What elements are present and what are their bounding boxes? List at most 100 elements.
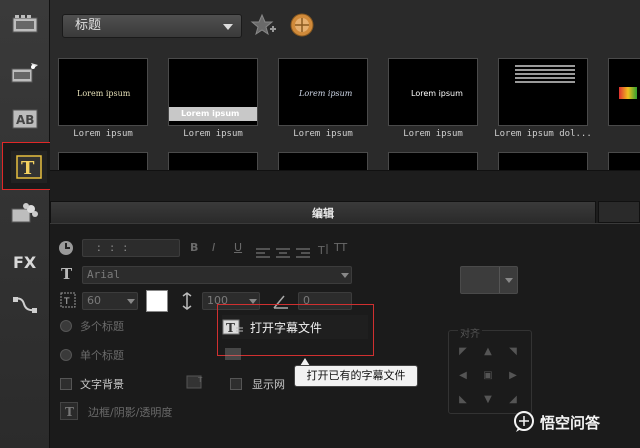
svg-text:AB: AB	[16, 113, 34, 127]
title-thumbnail[interactable]	[608, 58, 640, 126]
background-settings-icon[interactable]: T	[186, 372, 208, 390]
title-thumbnail[interactable]: Lorem ipsum	[388, 58, 478, 126]
title-thumbnail[interactable]: Lorem ipsum	[168, 58, 258, 126]
thumbnail-caption: Lorem ipsum	[73, 129, 133, 139]
title-icon[interactable]: T	[11, 151, 47, 183]
chevron-down-icon	[223, 24, 233, 30]
thumbnail-caption: Lorem ipsum dol...	[494, 129, 592, 139]
underline-button[interactable]: U	[234, 241, 242, 254]
thumbnail-overlay: Lorem ipsum	[299, 89, 353, 98]
chevron-down-icon	[127, 299, 135, 304]
path-icon[interactable]	[6, 288, 44, 322]
italic-button[interactable]: I	[212, 241, 215, 254]
colorful-title-preview	[619, 87, 637, 99]
border-shadow-icon[interactable]: T	[60, 402, 78, 420]
align-bottom-left-icon[interactable]: ◣	[456, 394, 470, 406]
svg-text:T: T	[65, 405, 74, 419]
media-icon[interactable]	[6, 8, 44, 42]
svg-text:T: T	[226, 321, 235, 335]
fx-filter-icon[interactable]: FX	[6, 244, 44, 278]
watermark-logo: 悟空问答	[512, 408, 600, 436]
border-shadow-label: 边框/阴影/透明度	[88, 406, 173, 419]
font-dropdown[interactable]: Arial	[82, 266, 352, 284]
thumbnail-caption: Lorem ipsum	[293, 129, 353, 139]
svg-text:T: T	[197, 376, 203, 384]
open-subtitle-file-button[interactable]: T 打开字幕文件	[222, 315, 368, 339]
font-size-icon: T	[60, 292, 76, 308]
single-title-label: 单个标题	[80, 349, 124, 362]
font-dropdown-value: Arial	[87, 268, 121, 281]
multi-title-radio[interactable]	[60, 320, 72, 332]
clock-icon	[58, 240, 74, 256]
show-grid-label: 显示网	[252, 378, 285, 391]
title-thumbnail[interactable]	[498, 58, 588, 126]
font-size-value: 60	[87, 294, 101, 307]
open-subtitle-file-label: 打开字幕文件	[250, 320, 323, 335]
title-button-highlight[interactable]: T	[2, 142, 56, 190]
title-thumbnail[interactable]	[58, 152, 148, 170]
svg-text:T: T	[63, 297, 70, 307]
transition-icon[interactable]	[6, 56, 44, 90]
show-grid-checkbox[interactable]	[230, 378, 242, 390]
align-right-icon[interactable]	[296, 243, 310, 258]
align-center-icon[interactable]: ▣	[481, 370, 495, 382]
subtitle-file-icon: T	[222, 319, 243, 335]
watermark-text: 悟空问答	[540, 413, 601, 432]
title-thumbnail[interactable]: Lorem ipsum	[278, 58, 368, 126]
svg-text:T: T	[317, 244, 325, 256]
open-subtitle-tooltip: 打开已有的字幕文件	[294, 365, 418, 387]
library-toolbar: 标题	[50, 0, 640, 52]
font-color-swatch[interactable]	[146, 290, 168, 312]
online-library-icon[interactable]	[290, 13, 314, 37]
save-subtitle-icon	[224, 346, 244, 360]
align-top-right-icon[interactable]: ◥	[506, 346, 520, 358]
thumbnail-overlay: Lorem ipsum	[77, 89, 131, 98]
graphic-icon[interactable]	[6, 196, 44, 230]
svg-text:T: T	[61, 265, 73, 281]
title-thumbnail[interactable]	[498, 152, 588, 170]
bold-button[interactable]: B	[190, 241, 198, 254]
title-library-grid: Lorem ipsum Lorem ipsum Lorem ipsum Lore…	[50, 52, 640, 170]
title-thumbnail[interactable]	[168, 152, 258, 170]
alignment-label: 对齐	[458, 325, 482, 340]
svg-text:FX: FX	[13, 253, 37, 271]
chevron-down-icon	[505, 278, 513, 283]
title-thumbnail[interactable]	[388, 152, 478, 170]
align-top-left-icon[interactable]: ◤	[456, 346, 470, 358]
ab-transition-icon[interactable]: AB	[6, 102, 44, 136]
category-dropdown[interactable]: 标题	[62, 14, 242, 38]
text-background-checkbox[interactable]	[60, 378, 72, 390]
multi-title-label: 多个标题	[80, 320, 124, 333]
thumbnail-overlay: Lorem ipsum	[411, 89, 463, 98]
align-center-icon[interactable]	[276, 243, 290, 258]
svg-text:T: T	[21, 158, 35, 179]
align-top-center-icon[interactable]: ▲	[481, 346, 495, 358]
title-thumbnail[interactable]	[278, 152, 368, 170]
align-bottom-center-icon[interactable]: ▼	[481, 394, 495, 406]
thumbnail-overlay: Lorem ipsum	[181, 109, 240, 118]
font-icon: T	[60, 265, 76, 283]
panel-header-spacer	[598, 201, 640, 223]
font-size-dropdown[interactable]: 60	[82, 292, 138, 310]
text-background-label: 文字背景	[80, 378, 124, 391]
single-title-radio[interactable]	[60, 349, 72, 361]
align-left-icon[interactable]	[256, 243, 270, 258]
text-direction-button[interactable]: TT	[334, 241, 347, 254]
title-thumbnail[interactable]	[608, 152, 640, 170]
title-thumbnail[interactable]: Lorem ipsum	[58, 58, 148, 126]
line-spacing-icon	[180, 292, 194, 310]
add-to-favorites-icon[interactable]	[250, 12, 278, 40]
chevron-down-icon	[341, 273, 349, 278]
scrolling-text-lines	[515, 63, 575, 85]
duration-timecode-field[interactable]: : : :	[82, 239, 180, 257]
align-bottom-right-icon[interactable]: ◢	[506, 394, 520, 406]
chat-bubble-icon	[514, 411, 534, 432]
style-preset-dropdown[interactable]	[460, 266, 518, 294]
align-middle-left-icon[interactable]: ◀	[456, 370, 470, 382]
edit-panel-header: 编辑	[50, 201, 596, 223]
vertical-text-icon[interactable]: T	[316, 241, 330, 257]
thumbnail-caption: Lorem ipsum	[403, 129, 463, 139]
left-toolbar: AB T FX	[0, 0, 56, 448]
thumbnail-caption: Lorem ipsum	[183, 129, 243, 139]
align-middle-right-icon[interactable]: ▶	[506, 370, 520, 382]
